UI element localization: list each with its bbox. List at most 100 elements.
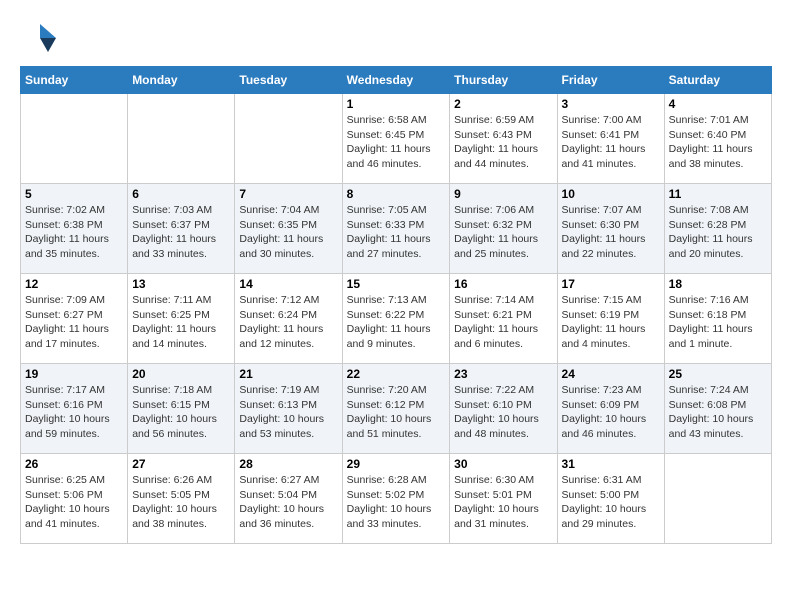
calendar-day-cell: 15 Sunrise: 7:13 AM Sunset: 6:22 PM Dayli… [342,274,450,364]
calendar-day-cell: 28 Sunrise: 6:27 AM Sunset: 5:04 PM Dayli… [235,454,342,544]
day-number: 6 [132,187,230,201]
day-of-week-header: Friday [557,67,664,94]
day-of-week-header: Saturday [664,67,771,94]
calendar-table: SundayMondayTuesdayWednesdayThursdayFrid… [20,66,772,544]
day-number: 16 [454,277,552,291]
day-info: Sunrise: 7:15 AM Sunset: 6:19 PM Dayligh… [562,293,660,352]
day-info: Sunrise: 6:30 AM Sunset: 5:01 PM Dayligh… [454,473,552,532]
day-number: 9 [454,187,552,201]
day-info: Sunrise: 7:07 AM Sunset: 6:30 PM Dayligh… [562,203,660,262]
calendar-day-cell: 1Sunrise: 6:58 AM Sunset: 6:45 PM Daylig… [342,94,450,184]
day-number: 28 [239,457,337,471]
calendar-day-cell: 31 Sunrise: 6:31 AM Sunset: 5:00 PM Dayli… [557,454,664,544]
day-info: Sunrise: 7:23 AM Sunset: 6:09 PM Dayligh… [562,383,660,442]
day-info: Sunrise: 7:17 AM Sunset: 6:16 PM Dayligh… [25,383,123,442]
day-number: 5 [25,187,123,201]
day-info: Sunrise: 7:16 AM Sunset: 6:18 PM Dayligh… [669,293,767,352]
calendar-day-cell: 3 Sunrise: 7:00 AM Sunset: 6:41 PM Daylig… [557,94,664,184]
day-number: 18 [669,277,767,291]
day-info: Sunrise: 6:27 AM Sunset: 5:04 PM Dayligh… [239,473,337,532]
calendar-day-cell: 18 Sunrise: 7:16 AM Sunset: 6:18 PM Dayli… [664,274,771,364]
day-of-week-header: Wednesday [342,67,450,94]
day-number: 11 [669,187,767,201]
day-info: Sunrise: 6:28 AM Sunset: 5:02 PM Dayligh… [347,473,446,532]
day-of-week-header: Thursday [450,67,557,94]
calendar-day-cell: 14Sunrise: 7:12 AM Sunset: 6:24 PM Dayli… [235,274,342,364]
day-number: 21 [239,367,337,381]
day-number: 12 [25,277,123,291]
calendar-day-cell: 11Sunrise: 7:08 AM Sunset: 6:28 PM Dayli… [664,184,771,274]
day-number: 17 [562,277,660,291]
day-info: Sunrise: 7:01 AM Sunset: 6:40 PM Dayligh… [669,113,767,172]
day-number: 20 [132,367,230,381]
day-of-week-header: Tuesday [235,67,342,94]
day-number: 30 [454,457,552,471]
calendar-day-cell: 24 Sunrise: 7:23 AM Sunset: 6:09 PM Dayli… [557,364,664,454]
calendar-week-row: 1Sunrise: 6:58 AM Sunset: 6:45 PM Daylig… [21,94,772,184]
day-info: Sunrise: 7:06 AM Sunset: 6:32 PM Dayligh… [454,203,552,262]
day-info: Sunrise: 7:19 AM Sunset: 6:13 PM Dayligh… [239,383,337,442]
day-number: 2 [454,97,552,111]
calendar-day-cell: 7 Sunrise: 7:04 AM Sunset: 6:35 PM Daylig… [235,184,342,274]
day-number: 10 [562,187,660,201]
calendar-day-cell: 10 Sunrise: 7:07 AM Sunset: 6:30 PM Dayli… [557,184,664,274]
day-info: Sunrise: 7:03 AM Sunset: 6:37 PM Dayligh… [132,203,230,262]
logo-icon [20,20,56,56]
day-info: Sunrise: 7:09 AM Sunset: 6:27 PM Dayligh… [25,293,123,352]
calendar-day-cell: 5 Sunrise: 7:02 AM Sunset: 6:38 PM Daylig… [21,184,128,274]
day-number: 22 [347,367,446,381]
day-info: Sunrise: 7:02 AM Sunset: 6:38 PM Dayligh… [25,203,123,262]
day-info: Sunrise: 7:04 AM Sunset: 6:35 PM Dayligh… [239,203,337,262]
calendar-day-cell: 2 Sunrise: 6:59 AM Sunset: 6:43 PM Daylig… [450,94,557,184]
day-number: 3 [562,97,660,111]
calendar-week-row: 5 Sunrise: 7:02 AM Sunset: 6:38 PM Daylig… [21,184,772,274]
day-number: 7 [239,187,337,201]
day-info: Sunrise: 7:00 AM Sunset: 6:41 PM Dayligh… [562,113,660,172]
calendar-day-cell: 30 Sunrise: 6:30 AM Sunset: 5:01 PM Dayli… [450,454,557,544]
calendar-week-row: 19Sunrise: 7:17 AM Sunset: 6:16 PM Dayli… [21,364,772,454]
day-info: Sunrise: 6:59 AM Sunset: 6:43 PM Dayligh… [454,113,552,172]
calendar-day-cell: 25 Sunrise: 7:24 AM Sunset: 6:08 PM Dayli… [664,364,771,454]
page-header [20,20,772,56]
day-number: 23 [454,367,552,381]
day-info: Sunrise: 7:14 AM Sunset: 6:21 PM Dayligh… [454,293,552,352]
calendar-day-cell [235,94,342,184]
day-info: Sunrise: 7:13 AM Sunset: 6:22 PM Dayligh… [347,293,446,352]
day-of-week-header: Monday [128,67,235,94]
day-info: Sunrise: 6:31 AM Sunset: 5:00 PM Dayligh… [562,473,660,532]
calendar-day-cell: 4 Sunrise: 7:01 AM Sunset: 6:40 PM Daylig… [664,94,771,184]
day-number: 4 [669,97,767,111]
day-number: 25 [669,367,767,381]
calendar-day-cell: 17 Sunrise: 7:15 AM Sunset: 6:19 PM Dayli… [557,274,664,364]
calendar-day-cell: 16 Sunrise: 7:14 AM Sunset: 6:21 PM Dayli… [450,274,557,364]
day-number: 15 [347,277,446,291]
day-info: Sunrise: 7:05 AM Sunset: 6:33 PM Dayligh… [347,203,446,262]
day-info: Sunrise: 7:22 AM Sunset: 6:10 PM Dayligh… [454,383,552,442]
day-info: Sunrise: 6:25 AM Sunset: 5:06 PM Dayligh… [25,473,123,532]
calendar-day-cell: 21 Sunrise: 7:19 AM Sunset: 6:13 PM Dayli… [235,364,342,454]
day-info: Sunrise: 7:20 AM Sunset: 6:12 PM Dayligh… [347,383,446,442]
day-info: Sunrise: 7:24 AM Sunset: 6:08 PM Dayligh… [669,383,767,442]
day-info: Sunrise: 7:11 AM Sunset: 6:25 PM Dayligh… [132,293,230,352]
day-number: 24 [562,367,660,381]
calendar-day-cell [664,454,771,544]
day-info: Sunrise: 7:12 AM Sunset: 6:24 PM Dayligh… [239,293,337,352]
day-info: Sunrise: 6:26 AM Sunset: 5:05 PM Dayligh… [132,473,230,532]
calendar-week-row: 12 Sunrise: 7:09 AM Sunset: 6:27 PM Dayli… [21,274,772,364]
calendar-header-row: SundayMondayTuesdayWednesdayThursdayFrid… [21,67,772,94]
calendar-day-cell: 23 Sunrise: 7:22 AM Sunset: 6:10 PM Dayli… [450,364,557,454]
day-number: 27 [132,457,230,471]
calendar-day-cell: 29Sunrise: 6:28 AM Sunset: 5:02 PM Dayli… [342,454,450,544]
day-number: 26 [25,457,123,471]
calendar-day-cell: 20 Sunrise: 7:18 AM Sunset: 6:15 PM Dayli… [128,364,235,454]
calendar-week-row: 26 Sunrise: 6:25 AM Sunset: 5:06 PM Dayli… [21,454,772,544]
calendar-day-cell: 8Sunrise: 7:05 AM Sunset: 6:33 PM Daylig… [342,184,450,274]
calendar-day-cell: 27 Sunrise: 6:26 AM Sunset: 5:05 PM Dayli… [128,454,235,544]
calendar-day-cell: 26 Sunrise: 6:25 AM Sunset: 5:06 PM Dayli… [21,454,128,544]
calendar-day-cell: 22 Sunrise: 7:20 AM Sunset: 6:12 PM Dayli… [342,364,450,454]
calendar-day-cell: 6 Sunrise: 7:03 AM Sunset: 6:37 PM Daylig… [128,184,235,274]
calendar-day-cell: 9 Sunrise: 7:06 AM Sunset: 6:32 PM Daylig… [450,184,557,274]
calendar-day-cell [128,94,235,184]
day-info: Sunrise: 7:18 AM Sunset: 6:15 PM Dayligh… [132,383,230,442]
day-number: 31 [562,457,660,471]
